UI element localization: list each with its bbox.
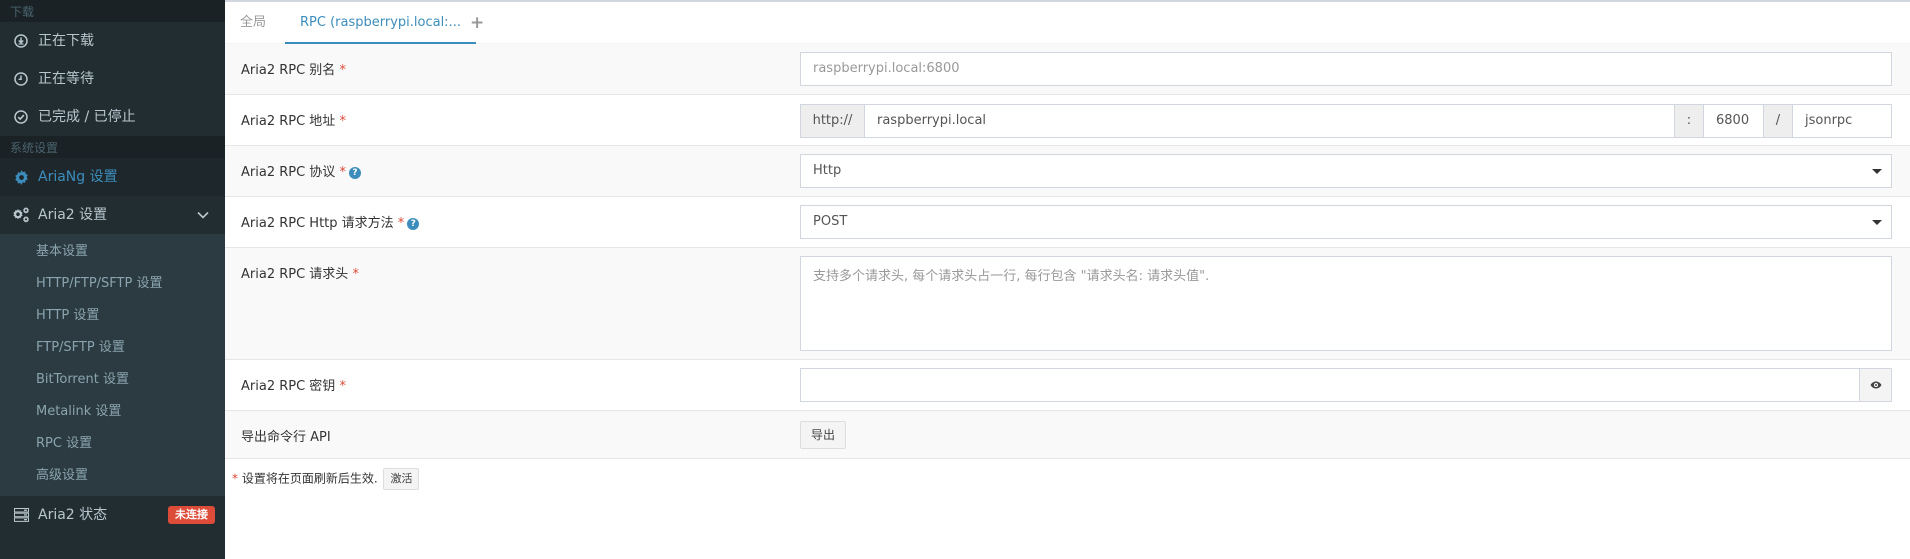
sidebar-item-aria2-settings[interactable]: Aria2 设置: [0, 196, 225, 234]
sidebar-item-stopped[interactable]: 已完成 / 已停止: [0, 98, 225, 136]
row-export-api: 导出命令行 API 导出: [225, 411, 1910, 459]
sidebar-item-aria2-status[interactable]: Aria2 状态 未连接: [0, 496, 225, 534]
rpc-alias-input[interactable]: raspberrypi.local:6800: [800, 52, 1892, 86]
slash-addon: /: [1763, 104, 1793, 138]
tab-global[interactable]: 全局: [240, 2, 266, 44]
rpc-alias-label: Aria2 RPC 别名 *: [241, 63, 346, 78]
sidebar-header-download: 下载: [0, 0, 225, 22]
aria2-settings-submenu: 基本设置 HTTP/FTP/SFTP 设置 HTTP 设置 FTP/SFTP 设…: [0, 234, 225, 496]
sidebar-subitem-http[interactable]: HTTP 设置: [0, 300, 225, 332]
download-circle-icon: [12, 22, 30, 60]
rpc-headers-label: Aria2 RPC 请求头 *: [241, 267, 359, 282]
sidebar: 下载 正在下载 正在等待 已完成 / 已停止 系统设置 AriaNg 设置 Ar…: [0, 0, 225, 559]
help-icon[interactable]: ?: [407, 218, 420, 230]
sidebar-subitem-http-ftp-sftp[interactable]: HTTP/FTP/SFTP 设置: [0, 268, 225, 300]
sidebar-subitem-bittorrent[interactable]: BitTorrent 设置: [0, 364, 225, 396]
activate-button[interactable]: 激活: [383, 468, 420, 490]
rpc-address-label: Aria2 RPC 地址 *: [241, 114, 346, 129]
caret-down-icon: [1872, 220, 1882, 225]
help-icon[interactable]: ?: [348, 167, 361, 179]
settings-footnote: * 设置将在页面刷新后生效. 激活: [232, 468, 420, 490]
rpc-method-value: POST: [813, 214, 848, 229]
colon-addon: :: [1674, 104, 1704, 138]
main-content: 全局 RPC (raspberrypi.local:... + Aria2 RP…: [225, 0, 1910, 559]
caret-down-icon: [1872, 169, 1882, 174]
sidebar-item-label: 正在等待: [38, 71, 94, 87]
sidebar-header-settings: 系统设置: [0, 136, 225, 158]
export-button[interactable]: 导出: [800, 421, 847, 449]
row-rpc-method: Aria2 RPC Http 请求方法 *? POST: [225, 197, 1910, 248]
add-tab-button[interactable]: +: [470, 2, 484, 44]
sidebar-subitem-rpc[interactable]: RPC 设置: [0, 428, 225, 460]
rpc-headers-textarea[interactable]: 支持多个请求头, 每个请求头占一行, 每行包含 "请求头名: 请求头值".: [800, 256, 1892, 351]
rpc-secret-label: Aria2 RPC 密钥 *: [241, 379, 346, 394]
rpc-secret-input[interactable]: [800, 368, 1860, 402]
footnote-text: 设置将在页面刷新后生效.: [241, 471, 378, 486]
sidebar-item-ariang-settings[interactable]: AriaNg 设置: [0, 158, 225, 196]
chevron-down-icon: [197, 196, 209, 234]
show-secret-button[interactable]: [1859, 368, 1892, 402]
row-rpc-secret: Aria2 RPC 密钥 *: [225, 360, 1910, 411]
status-badge: 未连接: [168, 506, 215, 524]
row-rpc-headers: Aria2 RPC 请求头 * 支持多个请求头, 每个请求头占一行, 每行包含 …: [225, 248, 1910, 360]
sidebar-item-label: 正在下载: [38, 33, 94, 49]
rpc-protocol-value: Http: [813, 163, 842, 178]
sidebar-subitem-advanced[interactable]: 高级设置: [0, 460, 225, 492]
rpc-path-input[interactable]: jsonrpc: [1792, 104, 1892, 138]
sidebar-subitem-metalink[interactable]: Metalink 设置: [0, 396, 225, 428]
rpc-host-input[interactable]: raspberrypi.local: [864, 104, 1675, 138]
row-rpc-protocol: Aria2 RPC 协议 *? Http: [225, 146, 1910, 197]
rpc-method-select[interactable]: POST: [800, 205, 1892, 239]
gear-icon: [12, 158, 30, 196]
sidebar-item-downloading[interactable]: 正在下载: [0, 22, 225, 60]
sidebar-item-label: AriaNg 设置: [38, 169, 118, 185]
rpc-protocol-select[interactable]: Http: [800, 154, 1892, 188]
sidebar-subitem-basic[interactable]: 基本设置: [0, 236, 225, 268]
sidebar-item-label: Aria2 状态: [38, 507, 108, 523]
sidebar-item-label: Aria2 设置: [38, 207, 108, 223]
sidebar-subitem-ftp-sftp[interactable]: FTP/SFTP 设置: [0, 332, 225, 364]
protocol-prefix-addon: http://: [800, 104, 865, 138]
gears-icon: [12, 196, 30, 234]
eye-icon: [1870, 378, 1882, 393]
export-api-label: 导出命令行 API: [241, 430, 331, 445]
rpc-protocol-label: Aria2 RPC 协议 *?: [241, 161, 361, 180]
check-circle-icon: [12, 98, 30, 136]
sidebar-item-waiting[interactable]: 正在等待: [0, 60, 225, 98]
tab-bar: 全局 RPC (raspberrypi.local:... +: [225, 2, 1910, 44]
sidebar-item-label: 已完成 / 已停止: [38, 109, 136, 125]
clock-icon: [12, 60, 30, 98]
row-rpc-address: Aria2 RPC 地址 * http:// raspberrypi.local…: [225, 95, 1910, 146]
rpc-method-label: Aria2 RPC Http 请求方法 *?: [241, 212, 420, 231]
tab-rpc[interactable]: RPC (raspberrypi.local:...: [285, 2, 476, 44]
server-icon: [12, 496, 30, 534]
row-rpc-alias: Aria2 RPC 别名 * raspberrypi.local:6800: [225, 44, 1910, 95]
